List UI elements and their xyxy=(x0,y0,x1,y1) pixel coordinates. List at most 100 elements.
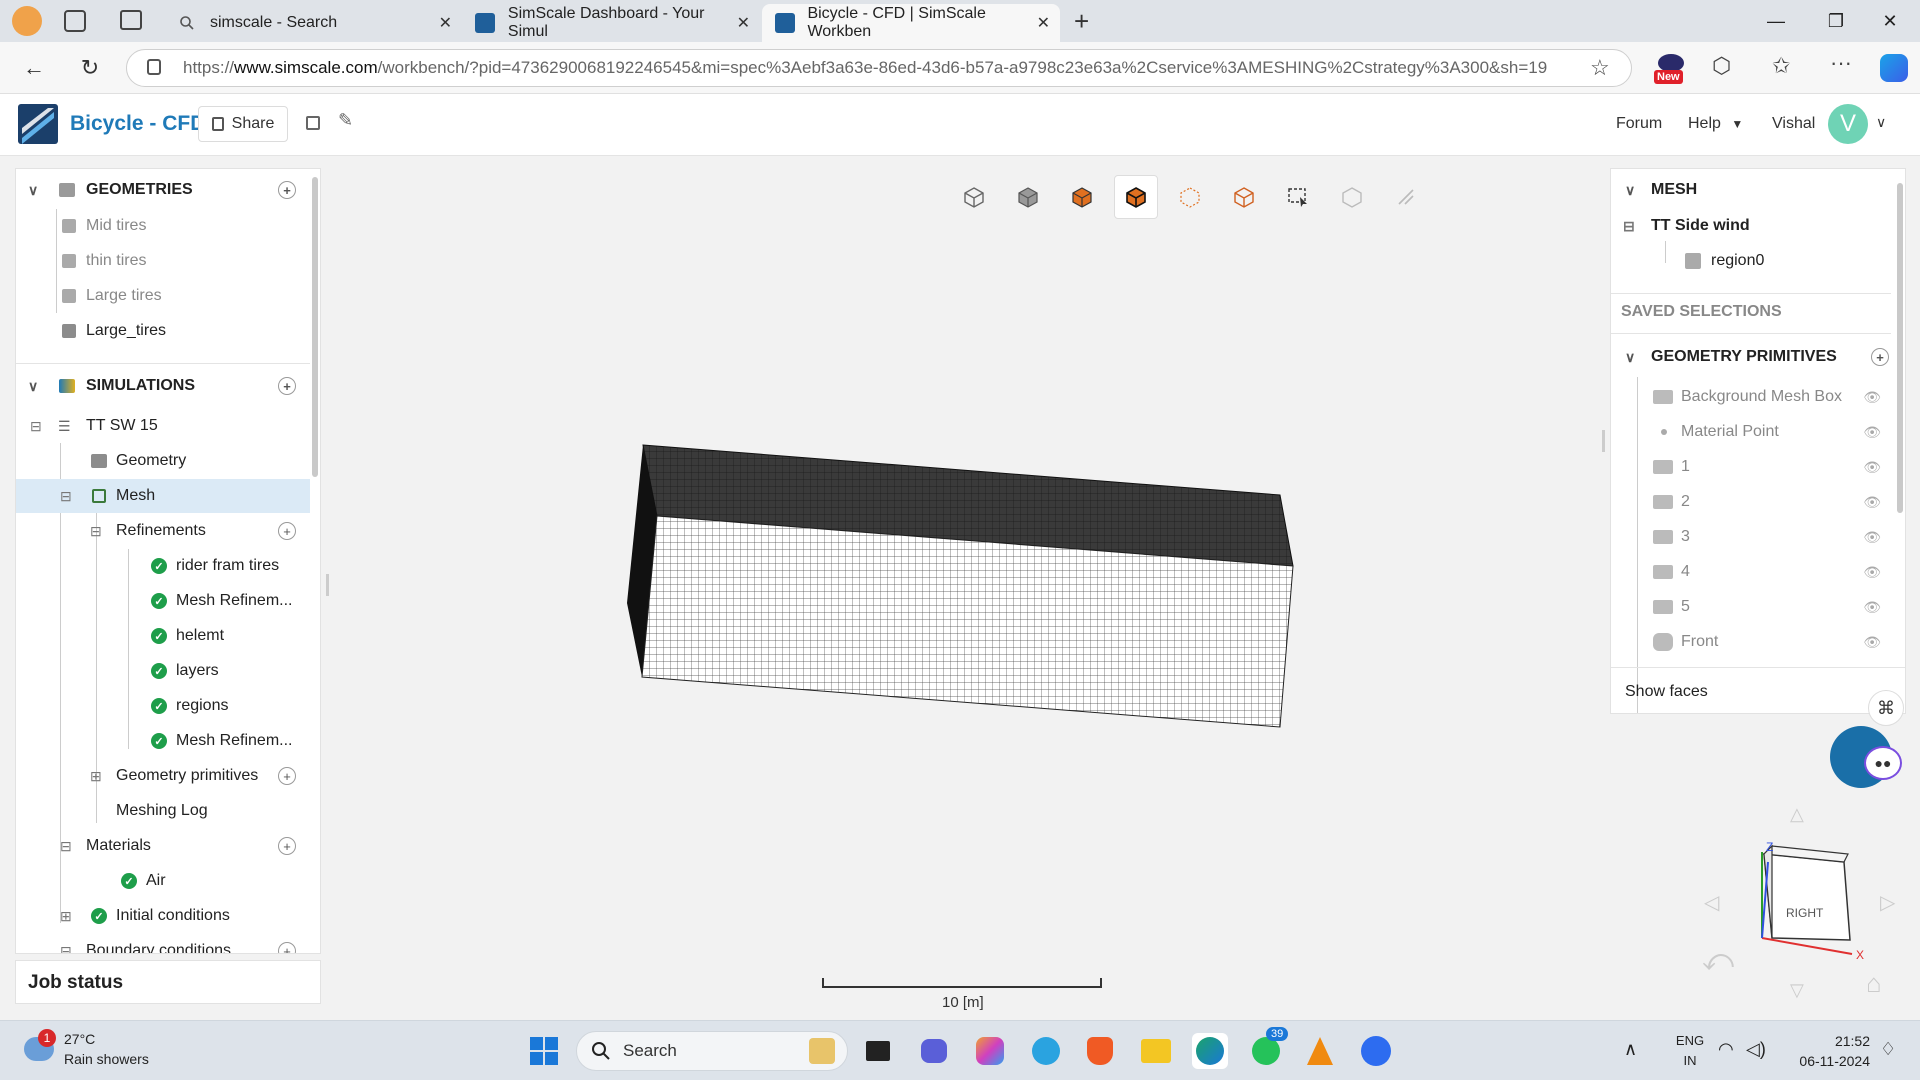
add-simulation-button[interactable]: + xyxy=(278,377,296,395)
tree-item-initial-conditions[interactable]: ⊞ ✓ Initial conditions xyxy=(16,899,310,933)
whatsapp-icon[interactable]: 39 xyxy=(1248,1027,1289,1069)
add-refinement-button[interactable]: + xyxy=(278,522,296,540)
collapse-icon[interactable]: ⊟ xyxy=(1623,218,1635,235)
close-icon[interactable]: ✕ xyxy=(737,13,750,33)
chevron-down-icon[interactable]: ∨ xyxy=(28,378,38,395)
tree-scrollbar[interactable] xyxy=(312,177,318,477)
tab-simscale-dashboard[interactable]: SimScale Dashboard - Your Simul ✕ xyxy=(462,4,760,42)
tree-item-refinement[interactable]: ✓ regions xyxy=(16,689,310,723)
section-view-icon[interactable] xyxy=(1330,175,1374,219)
tree-item-geometry[interactable]: thin tires xyxy=(16,244,310,278)
add-material-button[interactable]: + xyxy=(278,837,296,855)
add-primitive-button[interactable]: + xyxy=(1871,348,1889,366)
copilot-app-icon[interactable] xyxy=(972,1033,1008,1069)
close-icon[interactable]: ✕ xyxy=(1037,13,1050,33)
edit-pencil-icon[interactable]: ✎ xyxy=(338,110,353,131)
tree-item-boundary-conditions[interactable]: ⊟ Boundary conditions + xyxy=(16,934,310,954)
visibility-eye-icon[interactable]: 👁 xyxy=(1863,529,1881,546)
tab-actions-icon[interactable] xyxy=(120,10,142,30)
more-options-icon[interactable]: ··· xyxy=(1830,50,1852,76)
visibility-eye-icon[interactable]: 👁 xyxy=(1863,459,1881,476)
view-surfaces-icon[interactable] xyxy=(1060,175,1104,219)
tree-item-refinement[interactable]: ✓ helemt xyxy=(16,619,310,653)
collapse-icon[interactable]: ⊟ xyxy=(60,838,72,855)
expand-icon[interactable]: ⊞ xyxy=(90,768,102,785)
close-icon[interactable]: ✕ xyxy=(439,13,452,33)
primitive-item[interactable]: Material Point 👁 xyxy=(1611,415,1891,449)
selection-item[interactable]: ⊟ TT Side wind xyxy=(1611,209,1891,243)
panel-resize-handle[interactable] xyxy=(1602,430,1605,452)
collapse-icon[interactable]: ⊟ xyxy=(90,523,102,540)
region-item[interactable]: region0 xyxy=(1611,244,1891,278)
rotate-left-arrow-icon[interactable]: ◁ xyxy=(1704,890,1719,915)
view-surfaces-edges-icon[interactable] xyxy=(1114,175,1158,219)
zoom-icon[interactable] xyxy=(1358,1033,1394,1069)
add-geometry-button[interactable]: + xyxy=(278,181,296,199)
user-name[interactable]: Vishal xyxy=(1772,115,1815,133)
tree-item-refinement[interactable]: ✓ rider fram tires xyxy=(16,549,310,583)
weather-widget[interactable]: 1 27°C Rain showers xyxy=(20,1029,220,1073)
view-cube[interactable] xyxy=(1752,842,1862,962)
tree-item-geometry-primitives[interactable]: ⊞ Geometry primitives + xyxy=(16,759,310,793)
new-tab-button[interactable]: + xyxy=(1074,6,1089,37)
windows-start-icon[interactable] xyxy=(526,1033,562,1069)
collapse-icon[interactable]: ⊟ xyxy=(60,943,72,954)
home-view-icon[interactable]: ⌂ xyxy=(1866,968,1882,999)
forum-link[interactable]: Forum xyxy=(1616,115,1662,133)
share-button[interactable]: Share xyxy=(198,106,288,142)
rotate-right-arrow-icon[interactable]: ▷ xyxy=(1880,890,1895,915)
avatar[interactable]: V xyxy=(1828,104,1868,144)
tree-item-materials[interactable]: ⊟ Materials + xyxy=(16,829,310,863)
copilot-icon[interactable] xyxy=(1880,54,1908,82)
clock[interactable]: 21:52 06-11-2024 xyxy=(1790,1031,1870,1071)
chevron-down-icon[interactable]: ∨ xyxy=(1625,182,1635,199)
chevron-down-icon[interactable]: ∨ xyxy=(1625,349,1635,366)
primitive-item[interactable]: 2 👁 xyxy=(1611,485,1891,519)
tab-bicycle-cfd[interactable]: Bicycle - CFD | SimScale Workben ✕ xyxy=(762,4,1060,42)
teams-meet-icon[interactable] xyxy=(916,1033,952,1069)
rotate-up-arrow-icon[interactable]: △ xyxy=(1790,804,1804,825)
restore-icon[interactable]: ❐ xyxy=(1806,0,1866,42)
tree-section-geometries[interactable]: ∨ GEOMETRIES + xyxy=(16,173,310,207)
primitive-item[interactable]: Front 👁 xyxy=(1611,625,1891,659)
copy-project-icon[interactable] xyxy=(306,116,320,130)
file-explorer-icon[interactable] xyxy=(1138,1033,1174,1069)
close-window-icon[interactable]: ✕ xyxy=(1860,0,1920,42)
browser-profile-icon[interactable] xyxy=(12,6,42,36)
collapse-icon[interactable]: ⊟ xyxy=(30,418,42,435)
notifications-bell-icon[interactable]: ♢ xyxy=(1880,1039,1896,1060)
view-points-icon[interactable] xyxy=(1168,175,1212,219)
visibility-eye-icon[interactable]: 👁 xyxy=(1863,389,1881,406)
tree-item-geometry[interactable]: Mid tires xyxy=(16,209,310,243)
add-primitive-button[interactable]: + xyxy=(278,767,296,785)
simscale-logo[interactable] xyxy=(18,104,58,144)
tree-item-geometry[interactable]: Large tires xyxy=(16,279,310,313)
mesh-section-header[interactable]: ∨ MESH xyxy=(1611,173,1891,207)
brave-browser-icon[interactable] xyxy=(1082,1033,1118,1069)
tree-item-sim-geometry[interactable]: Geometry xyxy=(16,444,310,478)
show-faces-row[interactable]: Show faces xyxy=(1611,675,1891,709)
tree-item-geometry[interactable]: Large_tires xyxy=(16,314,310,348)
tree-section-simulations[interactable]: ∨ SIMULATIONS + xyxy=(16,369,310,403)
view-isometric-icon[interactable] xyxy=(952,175,996,219)
orbit-icon[interactable]: ⤺ xyxy=(1702,944,1734,978)
panel-resize-handle[interactable] xyxy=(326,574,329,596)
chatbot-icon[interactable]: ●● xyxy=(1864,746,1902,780)
apps-grid-icon[interactable]: ⌘ xyxy=(1868,690,1904,726)
add-boundary-condition-button[interactable]: + xyxy=(278,942,296,953)
measure-icon[interactable] xyxy=(1384,175,1428,219)
vlc-player-icon[interactable] xyxy=(1302,1033,1338,1069)
reload-icon[interactable]: ↻ xyxy=(74,52,106,84)
favorites-icon[interactable]: ✩ xyxy=(1772,53,1790,79)
task-view-icon[interactable] xyxy=(860,1033,896,1069)
job-status-panel[interactable]: Job status xyxy=(15,960,321,1004)
minimize-icon[interactable]: — xyxy=(1746,0,1806,42)
chevron-down-icon[interactable]: ∨ xyxy=(1876,114,1886,131)
extension-copilot-icon[interactable]: New xyxy=(1654,52,1686,84)
geometry-primitives-header[interactable]: ∨ GEOMETRY PRIMITIVES + xyxy=(1611,340,1891,374)
visibility-eye-icon[interactable]: 👁 xyxy=(1863,634,1881,651)
saved-selections-header[interactable]: SAVED SELECTIONS xyxy=(1611,295,1891,329)
language-indicator[interactable]: ENG IN xyxy=(1668,1031,1712,1071)
selection-scrollbar[interactable] xyxy=(1897,183,1903,513)
tree-item-refinements[interactable]: ⊟ Refinements + xyxy=(16,514,310,548)
